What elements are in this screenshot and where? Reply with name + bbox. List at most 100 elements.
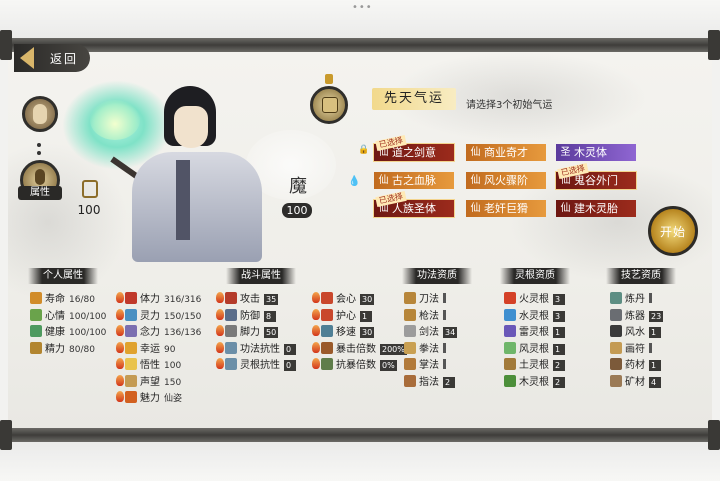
stat-value bbox=[443, 342, 446, 353]
scroll-rod-bottom bbox=[0, 420, 720, 450]
stat-row-combat: 防御 8 bbox=[216, 308, 276, 323]
start-button[interactable]: 开始 bbox=[648, 206, 698, 256]
trait-card[interactable]: 仙建木灵胎 bbox=[556, 200, 636, 217]
stat-icon bbox=[321, 358, 333, 370]
stat-row-combat2: 护心 1 bbox=[312, 308, 372, 323]
stat-icon bbox=[610, 341, 622, 354]
trait-card[interactable]: 仙商业奇才 bbox=[466, 144, 546, 161]
stat-value: 16/80 bbox=[69, 295, 95, 305]
stat-value: 3 bbox=[553, 294, 565, 305]
stat-icon bbox=[404, 308, 416, 321]
stat-row-root: 土灵根 2 bbox=[504, 358, 565, 372]
flame-icon bbox=[216, 358, 224, 369]
section-craft: 技艺资质 bbox=[606, 268, 676, 284]
stat-value: 136/136 bbox=[164, 328, 202, 338]
stat-label: 会心 bbox=[336, 294, 356, 305]
demon-glyph: 魔 bbox=[289, 176, 307, 197]
stat-row-personal: 精力 80/80 bbox=[30, 341, 95, 356]
stat-icon bbox=[504, 325, 516, 337]
stat-row-personal2: 魅力 仙姿 bbox=[116, 391, 182, 405]
righteous-icon bbox=[80, 176, 98, 198]
stat-row-craft: 炼丹 bbox=[610, 292, 652, 306]
stat-value: 316/316 bbox=[164, 295, 202, 305]
trait-label: 老奸巨猾 bbox=[484, 202, 528, 215]
stat-label: 火灵根 bbox=[519, 294, 549, 305]
stat-value: 23 bbox=[649, 310, 664, 322]
stat-value: 0% bbox=[380, 360, 397, 371]
stat-row-technique: 掌法 bbox=[404, 358, 446, 372]
stat-row-craft: 炼器 23 bbox=[610, 308, 664, 323]
stat-label: 掌法 bbox=[419, 360, 439, 371]
stat-icon bbox=[30, 292, 42, 304]
trait-card[interactable]: 圣木灵体 bbox=[556, 144, 636, 161]
stat-label: 剑法 bbox=[419, 327, 439, 338]
back-button[interactable]: 返回 bbox=[14, 44, 90, 72]
attribute-label: 属性 bbox=[18, 186, 62, 200]
stat-row-technique: 指法 2 bbox=[404, 374, 455, 389]
stat-row-personal2: 体力 316/316 bbox=[116, 292, 201, 306]
stat-value: 35 bbox=[264, 294, 279, 305]
stat-row-combat: 功法抗性 0 bbox=[216, 341, 296, 356]
stat-icon bbox=[404, 292, 416, 304]
stat-row-combat2: 移速 30 bbox=[312, 325, 375, 339]
trait-rank-icon: 仙 bbox=[470, 203, 481, 214]
stat-value bbox=[443, 309, 446, 320]
trait-card[interactable]: 仙古之血脉 bbox=[374, 172, 454, 189]
stat-row-craft: 画符 bbox=[610, 341, 652, 356]
stat-icon bbox=[504, 374, 516, 387]
stat-row-technique: 剑法 34 bbox=[404, 325, 458, 339]
stat-icon bbox=[321, 341, 333, 354]
stat-label: 药材 bbox=[625, 360, 645, 371]
character-robe bbox=[132, 152, 262, 262]
flame-icon bbox=[116, 341, 124, 353]
gem-icon bbox=[325, 74, 333, 84]
flame-icon bbox=[116, 391, 124, 402]
stat-label: 暴击倍数 bbox=[336, 343, 376, 355]
stat-value: 仙姿 bbox=[164, 394, 183, 404]
stat-icon bbox=[225, 308, 237, 321]
trait-card[interactable]: 仙风火骤阶 bbox=[466, 172, 546, 189]
stat-value: 30 bbox=[360, 294, 375, 305]
stat-row-combat2: 暴击倍数 200% bbox=[312, 341, 407, 356]
stat-label: 抗暴倍数 bbox=[336, 360, 376, 371]
stat-value: 34 bbox=[443, 327, 458, 338]
handle-dots: ••• bbox=[352, 2, 373, 13]
stat-value: 1 bbox=[649, 327, 661, 338]
stat-row-personal2: 念力 136/136 bbox=[116, 325, 201, 339]
stat-label: 心情 bbox=[45, 310, 65, 322]
stat-icon bbox=[225, 358, 237, 370]
stat-row-root: 雷灵根 1 bbox=[504, 325, 565, 339]
section-personal: 个人属性 bbox=[28, 268, 98, 284]
stat-value: 1 bbox=[553, 327, 565, 338]
avatar[interactable] bbox=[22, 96, 58, 132]
stat-label: 念力 bbox=[140, 327, 160, 338]
stat-row-craft: 风水 1 bbox=[610, 325, 661, 339]
trait-card[interactable]: 仙老奸巨猾 bbox=[466, 200, 546, 217]
stat-icon bbox=[610, 358, 622, 370]
stat-row-craft: 药材 1 bbox=[610, 358, 661, 372]
stat-icon bbox=[321, 325, 333, 337]
stat-label: 寿命 bbox=[45, 294, 65, 305]
stat-value: 100 bbox=[164, 361, 182, 371]
section-combat: 战斗属性 bbox=[226, 268, 296, 284]
flame-icon bbox=[116, 374, 124, 386]
character-face bbox=[174, 106, 208, 148]
dice-button[interactable] bbox=[310, 86, 348, 124]
stat-icon bbox=[610, 325, 622, 337]
stat-row-personal: 健康 100/100 bbox=[30, 325, 106, 339]
stat-row-root: 风灵根 1 bbox=[504, 341, 565, 356]
top-margin: ••• bbox=[0, 0, 720, 38]
stat-row-personal: 心情 100/100 bbox=[30, 308, 106, 323]
stat-row-personal2: 幸运 90 bbox=[116, 341, 175, 356]
stat-icon bbox=[404, 374, 416, 387]
stat-icon bbox=[225, 341, 237, 354]
stat-label: 土灵根 bbox=[519, 360, 549, 371]
stat-value: 150/150 bbox=[164, 311, 202, 322]
start-label: 开始 bbox=[659, 225, 686, 239]
stat-row-personal2: 灵力 150/150 bbox=[116, 308, 202, 323]
flame-icon bbox=[216, 308, 224, 320]
flame-icon bbox=[216, 292, 224, 303]
trait-rank-icon: 仙 bbox=[470, 147, 481, 158]
trait-rank-icon: 仙 bbox=[470, 175, 481, 186]
stat-row-combat2: 会心 30 bbox=[312, 292, 375, 306]
